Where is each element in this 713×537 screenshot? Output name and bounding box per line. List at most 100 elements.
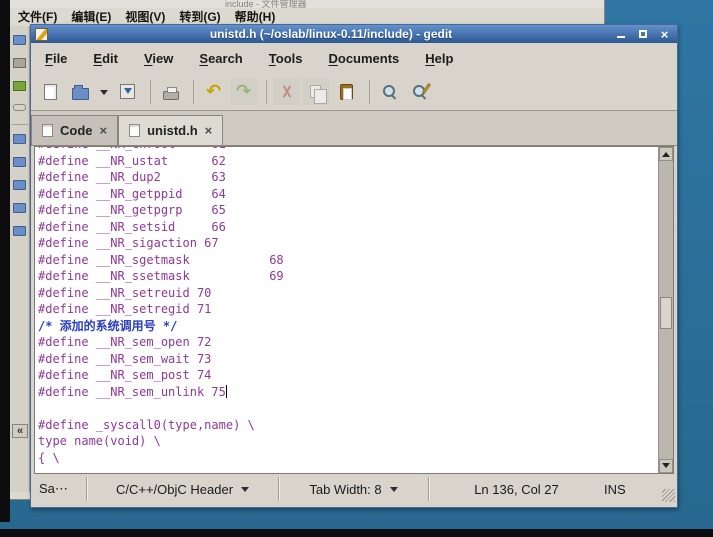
code-line-comment: /* 添加的系统调用号 */	[38, 318, 658, 335]
menu-help-cn[interactable]: 帮助(H)	[235, 8, 276, 25]
find-replace-icon	[411, 83, 428, 100]
code-line	[38, 400, 658, 417]
code-line: #define _syscall0(type,name) \	[38, 417, 658, 434]
tab-unistd-h[interactable]: unistd.h ×	[118, 115, 223, 145]
minimize-button[interactable]	[614, 28, 627, 41]
folder-icon[interactable]	[13, 134, 26, 144]
dropdown-arrow-icon	[100, 90, 108, 99]
scrollbar-thumb[interactable]	[660, 297, 672, 329]
paste-button[interactable]	[333, 78, 360, 105]
tab-label: unistd.h	[147, 123, 198, 138]
scroll-down-arrow[interactable]	[659, 459, 673, 473]
menu-file[interactable]: File	[45, 51, 67, 66]
folder-icon[interactable]	[13, 180, 26, 190]
print-button[interactable]	[157, 78, 184, 105]
sidebar-divider	[12, 124, 28, 125]
code-line: #define __NR_dup2 63	[38, 169, 658, 186]
folder-icon[interactable]	[13, 157, 26, 167]
new-document-icon	[44, 84, 57, 100]
vertical-scrollbar[interactable]	[658, 147, 673, 473]
toolbar: ↶ ↷	[31, 73, 677, 111]
redo-button: ↷	[230, 78, 257, 105]
open-folder-icon	[72, 88, 89, 100]
folder-icon[interactable]	[13, 35, 26, 45]
cut-icon	[279, 84, 295, 100]
print-icon	[163, 91, 179, 100]
code-line: #define __NR_getppid 64	[38, 186, 658, 203]
disk-icon[interactable]	[13, 104, 26, 111]
status-message: Sa⋯	[33, 477, 87, 501]
menu-file-cn[interactable]: 文件(F)	[18, 8, 57, 25]
open-dropdown-button[interactable]	[97, 78, 111, 105]
toolbar-separator	[369, 80, 370, 104]
tab-label: Code	[60, 123, 93, 138]
find-button[interactable]	[376, 78, 403, 105]
close-button[interactable]: ×	[658, 28, 671, 41]
menu-edit-cn[interactable]: 编辑(E)	[71, 8, 111, 25]
scroll-up-arrow[interactable]	[659, 147, 673, 161]
device-icon[interactable]	[13, 58, 26, 68]
toolbar-separator	[150, 80, 151, 104]
trash-icon[interactable]	[13, 81, 26, 91]
window-controls: ×	[614, 28, 673, 41]
quote-icon[interactable]: «	[12, 424, 28, 438]
menu-go-cn[interactable]: 转到(G)	[179, 8, 220, 25]
open-button[interactable]	[67, 78, 94, 105]
folder-icon[interactable]	[13, 203, 26, 213]
find-replace-button[interactable]	[406, 78, 433, 105]
maximize-button[interactable]	[636, 28, 649, 41]
dropdown-arrow-icon	[390, 487, 398, 496]
editor-area: #define __NR_chroot 61 #define __NR_usta…	[34, 146, 674, 474]
menu-help[interactable]: Help	[425, 51, 453, 66]
undo-icon: ↶	[206, 83, 221, 101]
tab-close-icon[interactable]: ×	[100, 124, 108, 137]
code-line: { \	[38, 450, 658, 467]
code-line: type name(void) \	[38, 433, 658, 450]
text-cursor	[226, 385, 227, 398]
find-icon	[381, 83, 398, 100]
new-document-button[interactable]	[37, 78, 64, 105]
menu-tools[interactable]: Tools	[269, 51, 303, 66]
menu-view-cn[interactable]: 视图(V)	[125, 8, 165, 25]
save-button[interactable]	[114, 78, 141, 105]
tab-close-icon[interactable]: ×	[205, 124, 213, 137]
folder-icon[interactable]	[13, 226, 26, 236]
document-icon	[129, 124, 140, 137]
resize-grip[interactable]	[662, 489, 675, 502]
redo-icon: ↷	[236, 83, 251, 101]
file-manager-menubar: 文件(F) 编辑(E) 视图(V) 转到(G) 帮助(H)	[10, 8, 604, 24]
code-line: #define __NR_getpgrp 65	[38, 202, 658, 219]
code-line: #define __NR_sem_open 72	[38, 334, 658, 351]
screen-edge-bottom	[0, 529, 713, 537]
titlebar[interactable]: unistd.h (~/oslab/linux-0.11/include) - …	[31, 25, 677, 43]
insert-mode-indicator: INS	[604, 477, 662, 501]
copy-icon	[310, 85, 321, 98]
save-icon	[120, 84, 135, 99]
undo-button[interactable]: ↶	[200, 78, 227, 105]
text-editor[interactable]: #define __NR_chroot 61 #define __NR_usta…	[35, 146, 658, 473]
dropdown-arrow-icon	[241, 487, 249, 496]
code-line: #define __NR_ustat 62	[38, 153, 658, 170]
language-dropdown[interactable]: C/C++/ObjC Header	[87, 477, 279, 501]
menu-edit[interactable]: Edit	[93, 51, 118, 66]
tab-width-dropdown[interactable]: Tab Width: 8	[279, 477, 429, 501]
menu-documents[interactable]: Documents	[328, 51, 399, 66]
tab-code[interactable]: Code ×	[31, 115, 118, 145]
menu-view[interactable]: View	[144, 51, 173, 66]
gedit-window: unistd.h (~/oslab/linux-0.11/include) - …	[30, 24, 678, 508]
code-line: #define __NR_sem_wait 73	[38, 351, 658, 368]
cut-button	[273, 78, 300, 105]
code-line: #define __NR_setreuid 70	[38, 285, 658, 302]
cursor-position: Ln 136, Col 27	[429, 477, 604, 501]
menu-search[interactable]: Search	[199, 51, 242, 66]
code-line: #define __NR_sem_post 74	[38, 367, 658, 384]
code-line: #define __NR_setregid 71	[38, 301, 658, 318]
menubar: File Edit View Search Tools Documents He…	[31, 43, 677, 73]
code-line: #define __NR_setsid 66	[38, 219, 658, 236]
file-manager-sidebar: «	[10, 26, 30, 492]
toolbar-separator	[193, 80, 194, 104]
code-line: #define __NR_sem_unlink 75	[38, 384, 658, 401]
toolbar-separator	[266, 80, 267, 104]
tab-bar: Code × unistd.h ×	[31, 111, 677, 146]
gedit-app-icon	[35, 28, 48, 41]
